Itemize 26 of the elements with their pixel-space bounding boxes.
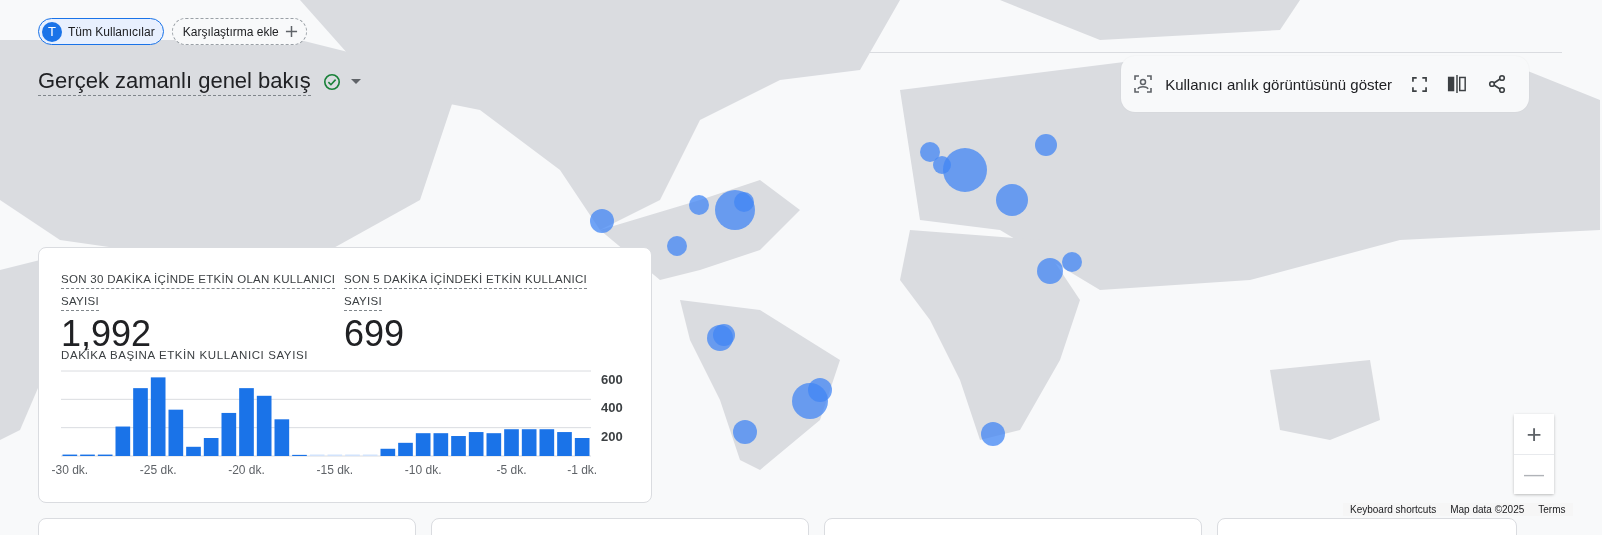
map-attribution-link[interactable]: Map data ©2025 [1443, 503, 1532, 516]
chart-title: DAKİKA BAŞINA ETKİN KULLANICI SAYISI [61, 349, 309, 361]
segment-chip[interactable]: T Tüm Kullanıcılar [38, 18, 164, 45]
user-snapshot-button[interactable]: Kullanıcı anlık görüntüsünü göster [1133, 74, 1392, 94]
map-attribution-link[interactable]: Terms [1531, 503, 1573, 516]
add-comparison-label: Karşılaştırma ekle [182, 24, 279, 39]
x-tick-label: -15 dk. [316, 463, 354, 477]
metric-value: 699 [344, 316, 406, 352]
map-attribution-link[interactable]: Keyboard shortcuts [1343, 503, 1444, 516]
x-tick-label: -10 dk. [404, 463, 442, 477]
metric-label[interactable]: SON 5 DAKİKA İÇİNDEKİ ETKİN KULLANICI SAYISI [344, 268, 624, 312]
segment-label: Tüm Kullanıcılar [68, 24, 155, 39]
zoom-in-button[interactable]: + [1514, 414, 1554, 454]
y-tick-label: 600 [601, 372, 623, 387]
page-title[interactable]: Gerçek zamanlı genel bakış [38, 67, 311, 96]
x-tick-label: -30 dk. [51, 463, 89, 477]
y-tick-label: 200 [601, 428, 623, 444]
x-tick-label: -25 dk. [139, 463, 177, 477]
x-tick-label: -20 dk. [228, 463, 265, 477]
segment-avatar: T [42, 21, 62, 42]
add-comparison-button[interactable]: Karşılaştırma ekle [171, 18, 307, 45]
y-tick-label: 400 [601, 400, 623, 416]
metric-label[interactable]: SON 30 DAKİKA İÇİNDE ETKİN OLAN KULLANICI SAYISI [61, 268, 341, 312]
x-tick-label: -5 dk. [496, 463, 527, 477]
x-tick-label: -1 dk. [567, 463, 598, 477]
metric-value: 1,992 [61, 316, 152, 352]
